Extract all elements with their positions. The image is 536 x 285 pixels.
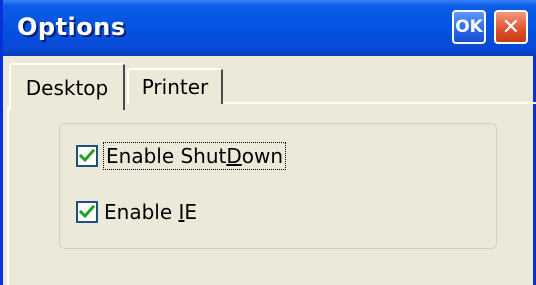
enable-shutdown-label-rest: own	[241, 144, 284, 168]
enable-ie-checkbox[interactable]	[76, 201, 98, 223]
close-icon: ✕	[501, 14, 521, 40]
title-bar[interactable]: Options OK ✕	[3, 0, 536, 56]
close-button[interactable]: ✕	[494, 10, 528, 44]
enable-ie-label-part: Enable	[104, 200, 179, 224]
enable-ie-label[interactable]: Enable IE	[104, 200, 197, 224]
tab-printer[interactable]: Printer	[127, 68, 223, 104]
enable-shutdown-label[interactable]: Enable ShutDown	[102, 142, 287, 170]
tab-panel-border	[223, 102, 536, 104]
enable-shutdown-checkbox[interactable]	[76, 145, 98, 167]
options-groupbox	[59, 123, 497, 249]
window-title: Options	[17, 13, 126, 41]
tab-desktop-label: Desktop	[25, 75, 109, 100]
ok-button[interactable]: OK	[452, 10, 486, 44]
enable-shutdown-accelerator: D	[226, 144, 242, 168]
check-mark-icon	[79, 148, 95, 163]
tab-desktop[interactable]: Desktop	[9, 63, 125, 110]
enable-shutdown-label-part: Enable Shut	[106, 144, 227, 168]
enable-ie-label-rest: E	[184, 200, 198, 224]
enable-ie-checkbox-row[interactable]: Enable IE	[76, 200, 197, 224]
enable-shutdown-checkbox-row[interactable]: Enable ShutDown	[76, 142, 287, 170]
panel-left-border	[7, 106, 9, 285]
check-mark-icon	[79, 204, 95, 219]
options-window: Options OK ✕ Desktop Printer Enable Shut…	[0, 0, 536, 285]
tab-printer-label: Printer	[141, 75, 209, 99]
